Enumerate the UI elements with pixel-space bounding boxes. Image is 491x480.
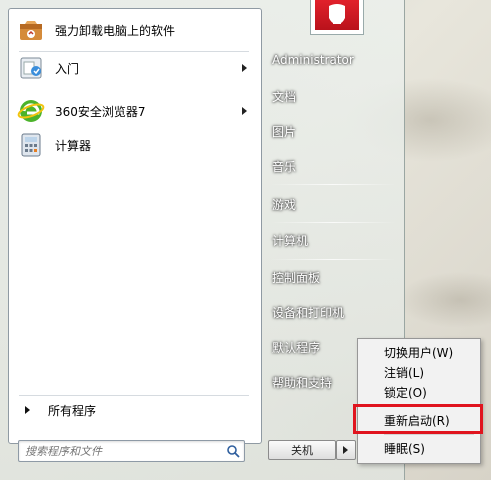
- divider: [19, 395, 249, 396]
- user-name-link[interactable]: Administrator: [272, 53, 354, 67]
- getting-started-icon: [17, 54, 45, 82]
- menu-item-lock[interactable]: 锁定(O): [362, 383, 476, 403]
- devices-printers-link[interactable]: 设备和打印机: [272, 304, 344, 321]
- divider: [270, 259, 396, 260]
- search-input[interactable]: [23, 442, 217, 461]
- default-programs-link[interactable]: 默认程序: [272, 339, 320, 356]
- program-list-pane: 强力卸载电脑上的软件 入门 360安全浏览器7 计算器 所有程序: [8, 8, 262, 444]
- program-item-uninstaller[interactable]: 强力卸载电脑上的软件: [13, 13, 257, 47]
- program-item-360-browser[interactable]: 360安全浏览器7: [13, 94, 257, 128]
- calculator-icon: [17, 131, 45, 159]
- browser-360-icon: [17, 97, 45, 125]
- user-avatar[interactable]: [310, 0, 364, 35]
- computer-link[interactable]: 计算机: [272, 232, 308, 249]
- uninstaller-box-icon: [17, 16, 45, 44]
- shutdown-options-button[interactable]: [336, 440, 356, 460]
- all-programs-label: 所有程序: [48, 403, 97, 418]
- documents-link[interactable]: 文档: [272, 88, 296, 105]
- start-menu: 强力卸载电脑上的软件 入门 360安全浏览器7 计算器 所有程序 搜索程序和文件…: [0, 0, 405, 480]
- control-panel-link[interactable]: 控制面板: [272, 269, 320, 286]
- program-item-getting-started[interactable]: 入门: [13, 51, 257, 85]
- music-link[interactable]: 音乐: [272, 158, 296, 175]
- submenu-arrow-icon[interactable]: [242, 107, 247, 115]
- program-label: 强力卸载电脑上的软件: [55, 23, 176, 38]
- divider: [270, 184, 396, 185]
- search-box[interactable]: [18, 440, 245, 462]
- all-programs-button[interactable]: 所有程序: [13, 397, 257, 423]
- shutdown-button[interactable]: 关机: [268, 440, 336, 460]
- program-label: 360安全浏览器7: [55, 104, 146, 119]
- pictures-link[interactable]: 图片: [272, 123, 296, 140]
- program-item-calculator[interactable]: 计算器: [13, 128, 257, 162]
- chevron-right-icon: [343, 446, 348, 454]
- shutdown-context-menu: 切换用户(W) 注销(L) 锁定(O) 重新启动(R) 睡眠(S): [357, 338, 481, 464]
- program-label: 计算器: [55, 138, 92, 153]
- restart-highlight-annotation: [353, 404, 483, 434]
- menu-item-switch-user[interactable]: 切换用户(W): [362, 343, 476, 363]
- submenu-arrow-icon[interactable]: [242, 64, 247, 72]
- games-link[interactable]: 游戏: [272, 196, 296, 213]
- divider: [270, 222, 396, 223]
- search-icon[interactable]: [226, 444, 240, 458]
- expand-arrow-icon: [25, 406, 30, 414]
- help-support-link[interactable]: 帮助和支持: [272, 374, 332, 391]
- avatar-picture: [315, 0, 359, 30]
- menu-divider: [384, 434, 474, 435]
- menu-item-sleep[interactable]: 睡眠(S): [362, 439, 476, 459]
- program-label: 入门: [55, 61, 80, 76]
- menu-item-log-off[interactable]: 注销(L): [362, 363, 476, 383]
